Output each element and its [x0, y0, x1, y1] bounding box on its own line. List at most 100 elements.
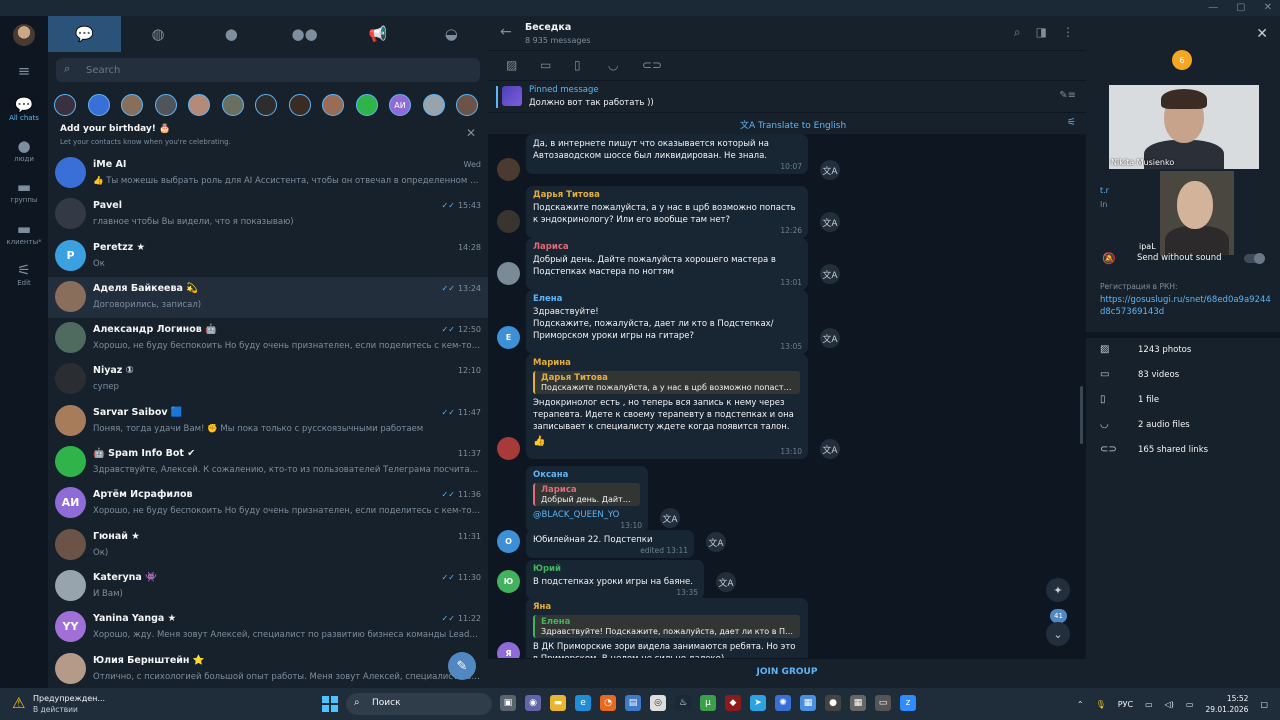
chat-list-item[interactable]: 🤖 Spam Info Bot ✔ Здравствуйте, Алексей. …	[48, 442, 488, 483]
task-view-icon[interactable]: ▣	[500, 695, 516, 711]
message-avatar[interactable]: Е	[497, 326, 520, 349]
notifications-icon[interactable]: ▢	[1260, 700, 1268, 709]
folder-people[interactable]: ● люди	[0, 137, 48, 163]
start-button[interactable]	[322, 696, 338, 712]
story-avatar[interactable]	[355, 94, 378, 116]
story-avatar[interactable]	[456, 94, 478, 116]
translate-button[interactable]: 文A Translate to English	[740, 118, 846, 131]
input-language[interactable]: РУС	[1118, 700, 1133, 709]
message-bubble[interactable]: Юбилейная 22. Подстепки edited 13:11	[526, 530, 694, 558]
message-bubble[interactable]: Оксана Лариса Добрый день. Дайте п... @BLAC…	[526, 466, 648, 533]
message-author[interactable]: Елена	[533, 294, 800, 304]
message-reactions[interactable]: 👍	[533, 436, 800, 447]
store-icon[interactable]: ▤	[625, 695, 641, 711]
tab-groups[interactable]: ●●	[268, 16, 341, 52]
story-avatar[interactable]	[221, 94, 244, 116]
chat-list-item[interactable]: Sarvar Saibov 🟦 Поняя, тогда удачи Вам! ✊…	[48, 401, 488, 442]
chat-list-item[interactable]: Kateryna 👾 И Вам) ✓✓ 11:30	[48, 566, 488, 607]
telegram-icon[interactable]: ➤	[750, 695, 766, 711]
chat-list-item[interactable]: iMe AI 👍 Ты можешь выбрать роль для AI Ас…	[48, 153, 488, 194]
zoom-icon[interactable]: z	[900, 695, 916, 711]
close-window-icon[interactable]: ✕	[1264, 2, 1272, 13]
story-avatar[interactable]	[121, 94, 143, 116]
video-call-tile[interactable]	[1160, 171, 1234, 255]
chat-title[interactable]: Беседка	[525, 22, 571, 33]
folder-clients[interactable]: ▬ клиенты*	[0, 220, 48, 246]
minimize-icon[interactable]: —	[1208, 2, 1218, 13]
magic-button[interactable]: ✦	[1046, 578, 1070, 602]
birthday-banner[interactable]: Add your birthday! 🎂 Let your contacts k…	[48, 122, 488, 150]
registration-link[interactable]: https://gosuslugi.ru/snet/68ed0a9a9244d8…	[1100, 294, 1272, 318]
story-avatar[interactable]	[255, 94, 277, 116]
message-list[interactable]: Да, в интернете пишут что оказывается ко…	[488, 134, 1086, 658]
tab-bots[interactable]: ◒	[415, 16, 488, 52]
video-call-tile[interactable]: Nikita Musienko	[1109, 85, 1259, 169]
menu-button[interactable]: ≡	[0, 32, 48, 80]
app-icon[interactable]: ●	[825, 695, 841, 711]
message-bubble[interactable]: Марина Дарья Титова Подскажите пожалуйста,…	[526, 354, 808, 459]
pin-list-icon[interactable]: ✎≡	[1059, 90, 1076, 101]
chat-list-item[interactable]: P Peretzz ★ Ок 14:28	[48, 236, 488, 277]
chevron-up-icon[interactable]: ⌃	[1077, 700, 1084, 709]
file-icon[interactable]: ▯	[574, 58, 581, 72]
link-icon[interactable]: ⊂⊃	[642, 58, 662, 72]
translate-settings-icon[interactable]: ⚟	[1067, 117, 1076, 128]
clock[interactable]: 15:52 29.01.2026	[1205, 693, 1248, 715]
reply-quote[interactable]: Елена Здравствуйте! Подскажите, пожалуйст…	[533, 615, 800, 638]
chrome-icon[interactable]: ◎	[650, 695, 666, 711]
message-author[interactable]: Оксана	[533, 470, 640, 480]
taskbar-search[interactable]: ⌕ Поиск	[346, 693, 492, 715]
warning-icon[interactable]: ⚠	[12, 694, 25, 712]
tab-contacts[interactable]: ●	[195, 16, 268, 52]
maximize-icon[interactable]: ▢	[1236, 2, 1245, 13]
chat-list-item[interactable]: Юлия Бернштейн ⭐ Отлично, с психологией б…	[48, 649, 488, 690]
chat-list-item[interactable]: Александр Логинов 🤖 Хорошо, не буду беспо…	[48, 318, 488, 359]
translate-message-icon[interactable]: 文A	[820, 439, 840, 459]
message-bubble[interactable]: Да, в интернете пишут что оказывается ко…	[526, 134, 808, 174]
tab-channels[interactable]: 📢	[341, 16, 414, 52]
compose-button[interactable]: ✎	[448, 652, 476, 680]
search-icon[interactable]: ⌕	[1014, 25, 1021, 40]
scroll-down-button[interactable]: ⌄	[1046, 622, 1070, 646]
network-icon[interactable]: ▭	[1145, 700, 1153, 709]
message-author[interactable]: Юрий	[533, 564, 696, 574]
translate-message-icon[interactable]: 文A	[820, 328, 840, 348]
shared-videos[interactable]: ▭ 83 videos	[1100, 369, 1179, 380]
message-bubble[interactable]: Елена Здравствуйте! Подскажите, пожалуйст…	[526, 290, 808, 354]
app-icon[interactable]: ◆	[725, 695, 741, 711]
message-avatar[interactable]	[497, 210, 520, 233]
message-avatar[interactable]: Ю	[497, 570, 520, 593]
reply-quote[interactable]: Лариса Добрый день. Дайте п...	[533, 483, 640, 506]
message-author[interactable]: Марина	[533, 358, 800, 368]
message-avatar[interactable]	[497, 158, 520, 181]
reply-quote[interactable]: Дарья Титова Подскажите пожалуйста, а у н…	[533, 371, 800, 394]
message-bubble[interactable]: Дарья Титова Подскажите пожалуйста, а у н…	[526, 186, 808, 238]
story-avatar[interactable]	[188, 94, 210, 116]
message-avatar[interactable]	[497, 437, 520, 460]
warning-title[interactable]: Предупрежден...	[33, 694, 105, 703]
story-avatar[interactable]	[422, 94, 445, 116]
translate-message-icon[interactable]: 文A	[716, 572, 736, 592]
join-group-button[interactable]: JOIN GROUP	[488, 667, 1086, 677]
message-avatar[interactable]: О	[497, 530, 520, 553]
scrollbar[interactable]	[1080, 386, 1083, 444]
tab-all-chats[interactable]: 💬	[48, 16, 122, 52]
story-avatar[interactable]	[54, 94, 76, 116]
message-bubble[interactable]: Юрий В подстепках уроки игры на баяне. 13:…	[526, 560, 704, 600]
folder-groups[interactable]: ▬ группы	[0, 178, 48, 204]
group-link-partial[interactable]: t.r	[1100, 186, 1109, 195]
back-arrow-icon[interactable]: ←	[500, 24, 512, 40]
message-bubble[interactable]: Яна Елена Здравствуйте! Подскажите, пожалу…	[526, 598, 808, 658]
close-icon[interactable]: ✕	[466, 126, 476, 140]
close-icon[interactable]: ✕	[1256, 26, 1268, 42]
more-vertical-icon[interactable]: ⋮	[1062, 25, 1074, 40]
translate-message-icon[interactable]: 文A	[820, 264, 840, 284]
shared-links[interactable]: ⊂⊃ 165 shared links	[1100, 444, 1208, 455]
tab-private[interactable]: ◍	[121, 16, 194, 52]
message-avatar[interactable]	[497, 262, 520, 285]
message-author[interactable]: Лариса	[533, 242, 800, 252]
translate-message-icon[interactable]: 文A	[706, 532, 726, 552]
folder-all-chats[interactable]: 💬 All chats	[0, 96, 48, 122]
chat-list-item[interactable]: Niyaz ① супер 12:10	[48, 359, 488, 400]
story-avatar[interactable]	[288, 94, 311, 116]
